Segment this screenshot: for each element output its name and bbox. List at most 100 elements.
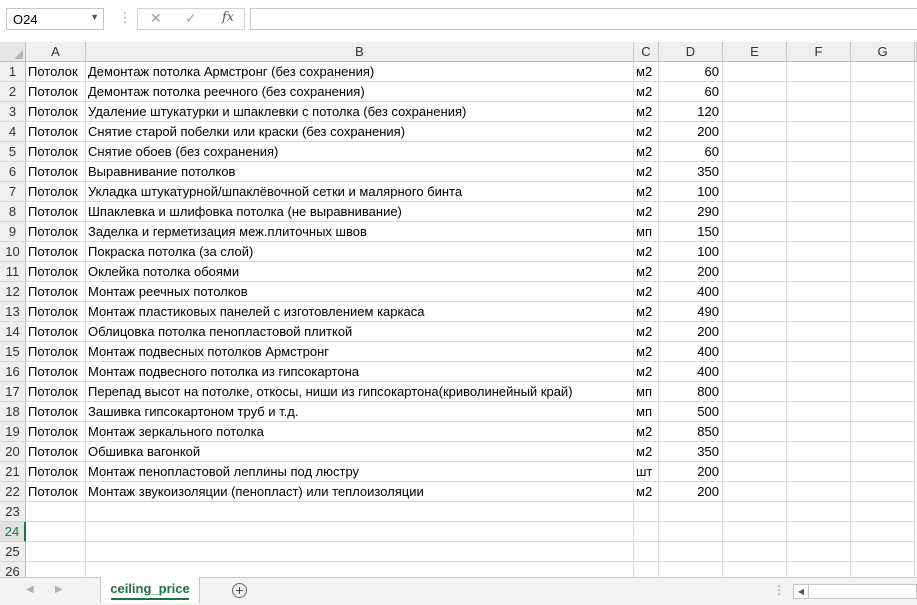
cell-d[interactable] [659, 562, 723, 577]
row-header[interactable]: 12 [0, 282, 26, 302]
cell-b[interactable]: Демонтаж потолка реечного (без сохранени… [86, 82, 634, 102]
cell-b[interactable] [86, 522, 634, 542]
cancel-icon[interactable]: ✕ [150, 10, 162, 27]
cell-g[interactable] [851, 242, 915, 262]
cell-g[interactable] [851, 122, 915, 142]
cell-g[interactable] [851, 342, 915, 362]
cell-c[interactable]: м2 [634, 302, 659, 322]
cell-g[interactable] [851, 142, 915, 162]
cell-g[interactable] [851, 202, 915, 222]
cell-b[interactable]: Зашивка гипсокартоном труб и т.д. [86, 402, 634, 422]
cell-b[interactable]: Перепад высот на потолке, откосы, ниши и… [86, 382, 634, 402]
column-header-b[interactable]: B [86, 42, 634, 62]
cell-d[interactable]: 500 [659, 402, 723, 422]
cell-e[interactable] [723, 202, 787, 222]
row-header[interactable]: 11 [0, 262, 26, 282]
cell-a[interactable] [26, 502, 86, 522]
cell-e[interactable] [723, 222, 787, 242]
formula-input[interactable] [250, 8, 917, 30]
cell-c[interactable]: мп [634, 402, 659, 422]
cell-d[interactable]: 290 [659, 202, 723, 222]
cell-f[interactable] [787, 162, 851, 182]
name-box[interactable]: O24 ▼ [6, 8, 104, 30]
cell-d[interactable] [659, 502, 723, 522]
cell-b[interactable]: Монтаж пенопластовой леплины под люстру [86, 462, 634, 482]
row-header[interactable]: 25 [0, 542, 26, 562]
cell-d[interactable]: 200 [659, 482, 723, 502]
cell-c[interactable]: м2 [634, 122, 659, 142]
cell-e[interactable] [723, 282, 787, 302]
cell-g[interactable] [851, 182, 915, 202]
cell-b[interactable] [86, 542, 634, 562]
column-header-f[interactable]: F [787, 42, 851, 62]
cell-b[interactable]: Шпаклевка и шлифовка потолка (не выравни… [86, 202, 634, 222]
row-header[interactable]: 21 [0, 462, 26, 482]
cell-c[interactable]: м2 [634, 322, 659, 342]
cell-g[interactable] [851, 262, 915, 282]
cell-g[interactable] [851, 282, 915, 302]
cell-d[interactable]: 100 [659, 182, 723, 202]
cell-c[interactable] [634, 502, 659, 522]
cell-g[interactable] [851, 102, 915, 122]
cell-c[interactable]: м2 [634, 202, 659, 222]
cell-f[interactable] [787, 122, 851, 142]
cell-a[interactable]: Потолок [26, 442, 86, 462]
cell-a[interactable]: Потолок [26, 322, 86, 342]
row-header[interactable]: 6 [0, 162, 26, 182]
cell-c[interactable]: м2 [634, 242, 659, 262]
sheet-tab-ceiling-price[interactable]: ceiling_price [100, 577, 200, 603]
row-header[interactable]: 2 [0, 82, 26, 102]
cell-c[interactable]: м2 [634, 282, 659, 302]
column-header-e[interactable]: E [723, 42, 787, 62]
column-header-a[interactable]: A [26, 42, 86, 62]
cell-a[interactable]: Потолок [26, 302, 86, 322]
row-header[interactable]: 5 [0, 142, 26, 162]
cell-d[interactable] [659, 522, 723, 542]
cell-d[interactable]: 800 [659, 382, 723, 402]
cell-e[interactable] [723, 322, 787, 342]
cell-d[interactable]: 120 [659, 102, 723, 122]
cell-a[interactable] [26, 522, 86, 542]
cell-e[interactable] [723, 82, 787, 102]
cell-f[interactable] [787, 82, 851, 102]
cell-e[interactable] [723, 462, 787, 482]
cell-b[interactable] [86, 502, 634, 522]
cell-g[interactable] [851, 562, 915, 577]
cell-e[interactable] [723, 502, 787, 522]
cell-b[interactable]: Монтаж зеркального потолка [86, 422, 634, 442]
cell-b[interactable]: Монтаж пластиковых панелей с изготовлени… [86, 302, 634, 322]
cell-d[interactable]: 150 [659, 222, 723, 242]
cell-f[interactable] [787, 282, 851, 302]
name-box-value[interactable]: O24 [13, 12, 38, 27]
cell-f[interactable] [787, 442, 851, 462]
cell-c[interactable]: м2 [634, 162, 659, 182]
cell-a[interactable]: Потолок [26, 362, 86, 382]
horizontal-scrollbar[interactable]: ◀ [793, 584, 917, 599]
cell-g[interactable] [851, 482, 915, 502]
cell-e[interactable] [723, 122, 787, 142]
cell-c[interactable]: м2 [634, 342, 659, 362]
cell-a[interactable]: Потолок [26, 262, 86, 282]
cell-g[interactable] [851, 522, 915, 542]
cell-d[interactable]: 100 [659, 242, 723, 262]
cell-f[interactable] [787, 422, 851, 442]
cell-b[interactable]: Заделка и герметизация меж.плиточных шво… [86, 222, 634, 242]
cell-d[interactable]: 200 [659, 262, 723, 282]
row-header[interactable]: 19 [0, 422, 26, 442]
cell-e[interactable] [723, 382, 787, 402]
cell-a[interactable]: Потолок [26, 222, 86, 242]
row-header[interactable]: 8 [0, 202, 26, 222]
cell-a[interactable]: Потолок [26, 282, 86, 302]
enter-icon[interactable]: ✓ [185, 10, 197, 27]
cell-a[interactable]: Потолок [26, 242, 86, 262]
cell-f[interactable] [787, 302, 851, 322]
cell-a[interactable]: Потолок [26, 122, 86, 142]
cell-e[interactable] [723, 162, 787, 182]
cell-f[interactable] [787, 562, 851, 577]
cell-d[interactable] [659, 542, 723, 562]
cell-g[interactable] [851, 462, 915, 482]
row-header[interactable]: 26 [0, 562, 26, 577]
add-sheet-icon[interactable]: + [232, 583, 247, 598]
cell-e[interactable] [723, 562, 787, 577]
cell-g[interactable] [851, 162, 915, 182]
